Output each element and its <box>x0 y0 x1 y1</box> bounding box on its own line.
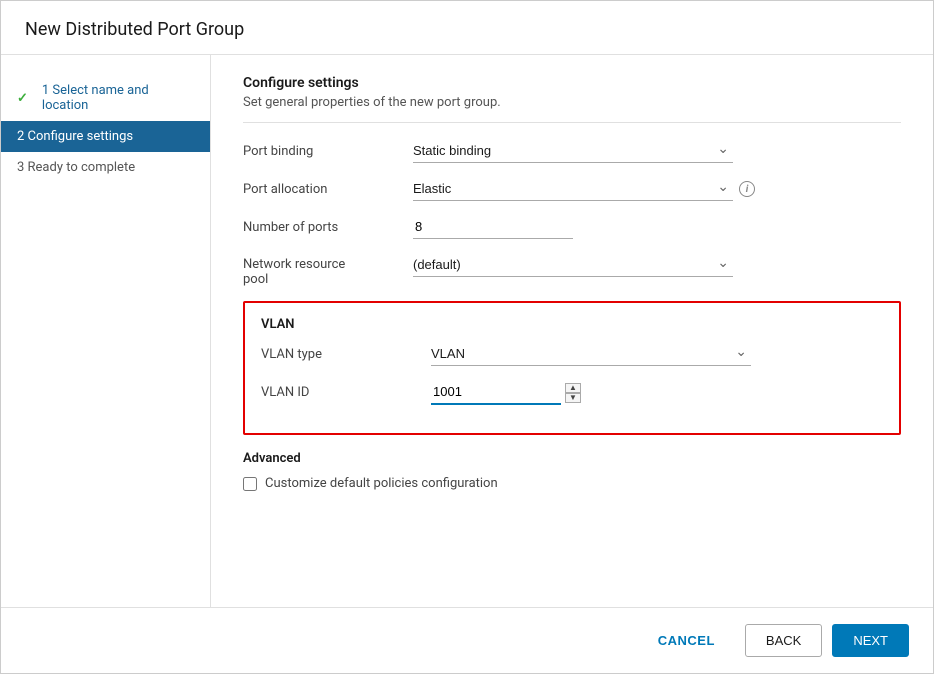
vlan-title: VLAN <box>261 317 883 332</box>
port-binding-select-wrapper[interactable]: Static binding Dynamic binding Ephemeral… <box>413 139 733 163</box>
vlan-id-label: VLAN ID <box>261 385 431 400</box>
customize-policies-checkbox[interactable] <box>243 477 257 491</box>
customize-policies-label[interactable]: Customize default policies configuration <box>265 476 498 491</box>
vlan-type-control: VLAN None VLAN trunking Private VLAN <box>431 342 751 366</box>
port-binding-label: Port binding <box>243 144 413 159</box>
section-desc: Set general properties of the new port g… <box>243 95 901 123</box>
vlan-type-row: VLAN type VLAN None VLAN trunking Privat… <box>261 342 883 366</box>
port-allocation-select-wrapper[interactable]: Elastic Fixed <box>413 177 733 201</box>
number-of-ports-row: Number of ports <box>243 215 901 239</box>
vlan-id-increment-button[interactable]: ▲ <box>565 383 581 393</box>
vlan-id-spinner-buttons: ▲ ▼ <box>565 383 581 403</box>
dialog: New Distributed Port Group ✓1 Select nam… <box>0 0 934 674</box>
advanced-title: Advanced <box>243 451 901 466</box>
main-content: Configure settings Set general propertie… <box>211 55 933 607</box>
vlan-id-spinner-wrapper: ▲ ▼ <box>431 380 751 405</box>
sidebar: ✓1 Select name and location 2 Configure … <box>1 55 211 607</box>
port-binding-row: Port binding Static binding Dynamic bind… <box>243 139 901 163</box>
port-binding-control: Static binding Dynamic binding Ephemeral… <box>413 139 733 163</box>
port-allocation-row: Port allocation Elastic Fixed i <box>243 177 901 201</box>
network-resource-pool-row: Network resourcepool (default) <box>243 253 901 287</box>
vlan-type-select-wrapper[interactable]: VLAN None VLAN trunking Private VLAN <box>431 342 751 366</box>
form-section: Port binding Static binding Dynamic bind… <box>243 139 901 287</box>
dialog-title: New Distributed Port Group <box>1 1 933 55</box>
vlan-type-label: VLAN type <box>261 347 431 362</box>
vlan-id-input[interactable] <box>431 380 561 405</box>
vlan-id-decrement-button[interactable]: ▼ <box>565 393 581 403</box>
back-button[interactable]: BACK <box>745 624 822 657</box>
sidebar-step-3[interactable]: 3 Ready to complete <box>1 152 210 183</box>
port-allocation-select[interactable]: Elastic Fixed <box>413 177 733 201</box>
check-icon: ✓ <box>17 91 28 106</box>
number-of-ports-control <box>413 215 733 239</box>
dialog-footer: CANCEL BACK NEXT <box>1 607 933 673</box>
network-resource-pool-select[interactable]: (default) <box>413 253 733 277</box>
section-title: Configure settings <box>243 75 901 91</box>
port-binding-select[interactable]: Static binding Dynamic binding Ephemeral… <box>413 139 733 163</box>
cancel-button[interactable]: CANCEL <box>638 625 735 656</box>
network-resource-pool-control: (default) <box>413 253 733 277</box>
advanced-section: Advanced Customize default policies conf… <box>243 451 901 491</box>
info-icon[interactable]: i <box>739 181 755 197</box>
vlan-id-row: VLAN ID ▲ ▼ <box>261 380 883 405</box>
network-resource-pool-label: Network resourcepool <box>243 257 413 287</box>
vlan-type-select[interactable]: VLAN None VLAN trunking Private VLAN <box>431 342 751 366</box>
vlan-id-control: ▲ ▼ <box>431 380 751 405</box>
network-resource-pool-select-wrapper[interactable]: (default) <box>413 253 733 277</box>
sidebar-step-1[interactable]: ✓1 Select name and location <box>1 75 210 121</box>
port-allocation-label: Port allocation <box>243 182 413 197</box>
customize-policies-row: Customize default policies configuration <box>243 476 901 491</box>
sidebar-step-2[interactable]: 2 Configure settings <box>1 121 210 152</box>
number-of-ports-input[interactable] <box>413 215 573 239</box>
vlan-section: VLAN VLAN type VLAN None VLAN trunking P… <box>243 301 901 435</box>
number-of-ports-label: Number of ports <box>243 220 413 235</box>
dialog-body: ✓1 Select name and location 2 Configure … <box>1 55 933 607</box>
next-button[interactable]: NEXT <box>832 624 909 657</box>
port-allocation-control: Elastic Fixed <box>413 177 733 201</box>
